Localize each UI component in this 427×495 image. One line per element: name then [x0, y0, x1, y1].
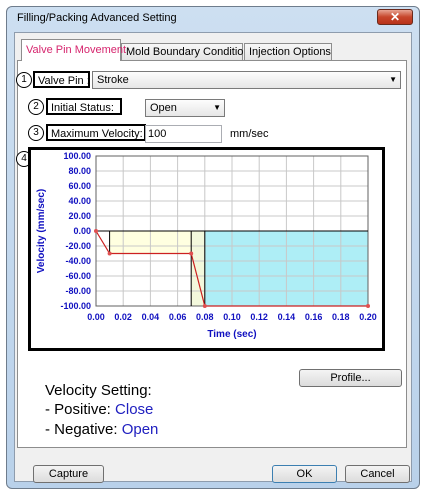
positive-label: - Positive: — [45, 401, 116, 418]
velocity-setting-heading: Velocity Setting: — [45, 382, 152, 399]
data-point — [189, 251, 194, 256]
profile-button[interactable]: Profile... — [299, 369, 402, 387]
callout-marker-2: 2 — [28, 99, 44, 115]
x-tick-label: 0.16 — [305, 312, 323, 322]
close-icon: ✕ — [389, 10, 401, 24]
capture-button[interactable]: Capture — [33, 465, 104, 483]
velocity-setting-positive: - Positive: Close — [45, 401, 153, 418]
x-tick-label: 0.14 — [278, 312, 296, 322]
callout-marker-1: 1 — [16, 72, 32, 88]
window-title: Filling/Packing Advanced Setting — [17, 12, 177, 24]
initial-status-label: Initial Status: — [46, 98, 122, 115]
y-tick-label: -40.00 — [65, 256, 91, 266]
x-tick-label: 0.02 — [114, 312, 132, 322]
data-point — [202, 304, 207, 308]
region-fill-1 — [191, 231, 205, 306]
x-tick-label: 0.10 — [223, 312, 241, 322]
x-tick-label: 0.12 — [250, 312, 268, 322]
data-point — [107, 251, 112, 256]
maximum-velocity-label: Maximum Velocity: — [46, 124, 146, 141]
velocity-chart: 0.00 0.02 0.04 0.06 0.08 0.10 0.12 0.14 0.16 0.18… — [36, 151, 377, 340]
y-axis-label: Velocity (mm/sec) — [36, 189, 47, 273]
negative-label: - Negative: — [45, 421, 122, 438]
x-tick-label: 0.18 — [332, 312, 350, 322]
chevron-down-icon: ▼ — [213, 103, 221, 112]
y-tick-label: 40.00 — [68, 196, 91, 206]
tab-valve-pin-movement[interactable]: Valve Pin Movement — [21, 39, 126, 61]
y-tick-label: -100.00 — [60, 301, 91, 311]
valve-pin-value: Stroke — [97, 74, 129, 86]
tab-mold-boundary-condition[interactable]: Mold Boundary Condition — [121, 43, 250, 60]
close-button[interactable]: ✕ — [377, 9, 413, 25]
valve-pin-label: Valve Pin : — [33, 71, 90, 88]
initial-status-value: Open — [150, 102, 177, 114]
x-tick-label: 0.08 — [196, 312, 214, 322]
y-tick-label: -80.00 — [65, 286, 91, 296]
ok-button[interactable]: OK — [272, 465, 337, 483]
y-tick-label: -60.00 — [65, 271, 91, 281]
negative-value: Open — [121, 421, 159, 438]
maximum-velocity-unit: mm/sec — [230, 128, 269, 140]
cancel-button[interactable]: Cancel — [345, 465, 410, 483]
y-tick-label: 80.00 — [68, 166, 91, 176]
x-tick-label: 0.00 — [87, 312, 105, 322]
chevron-down-icon: ▼ — [389, 75, 397, 84]
tab-injection-options[interactable]: Injection Options — [244, 43, 332, 60]
y-tick-label: 60.00 — [68, 181, 91, 191]
data-point — [94, 229, 98, 233]
x-tick-label: 0.04 — [142, 312, 160, 322]
valve-pin-dropdown[interactable]: Stroke ▼ — [92, 71, 401, 89]
velocity-chart-frame: 0.00 0.02 0.04 0.06 0.08 0.10 0.12 0.14 0.16 0.18… — [28, 147, 385, 351]
y-tick-label: 100.00 — [63, 151, 91, 161]
x-tick-label: 0.20 — [359, 312, 377, 322]
x-axis-label: Time (sec) — [207, 329, 256, 340]
y-tick-label: 20.00 — [68, 211, 91, 221]
title-bar[interactable]: Filling/Packing Advanced Setting ✕ — [7, 7, 419, 31]
velocity-setting-negative: - Negative: Open — [45, 421, 158, 438]
maximum-velocity-input[interactable]: 100 — [145, 125, 222, 143]
initial-status-dropdown[interactable]: Open ▼ — [145, 99, 225, 117]
positive-value: Close — [115, 401, 154, 418]
y-tick-label: -20.00 — [65, 241, 91, 251]
x-tick-label: 0.06 — [169, 312, 187, 322]
callout-marker-3: 3 — [28, 125, 44, 141]
y-tick-label: 0.00 — [73, 226, 91, 236]
data-point — [366, 304, 370, 308]
